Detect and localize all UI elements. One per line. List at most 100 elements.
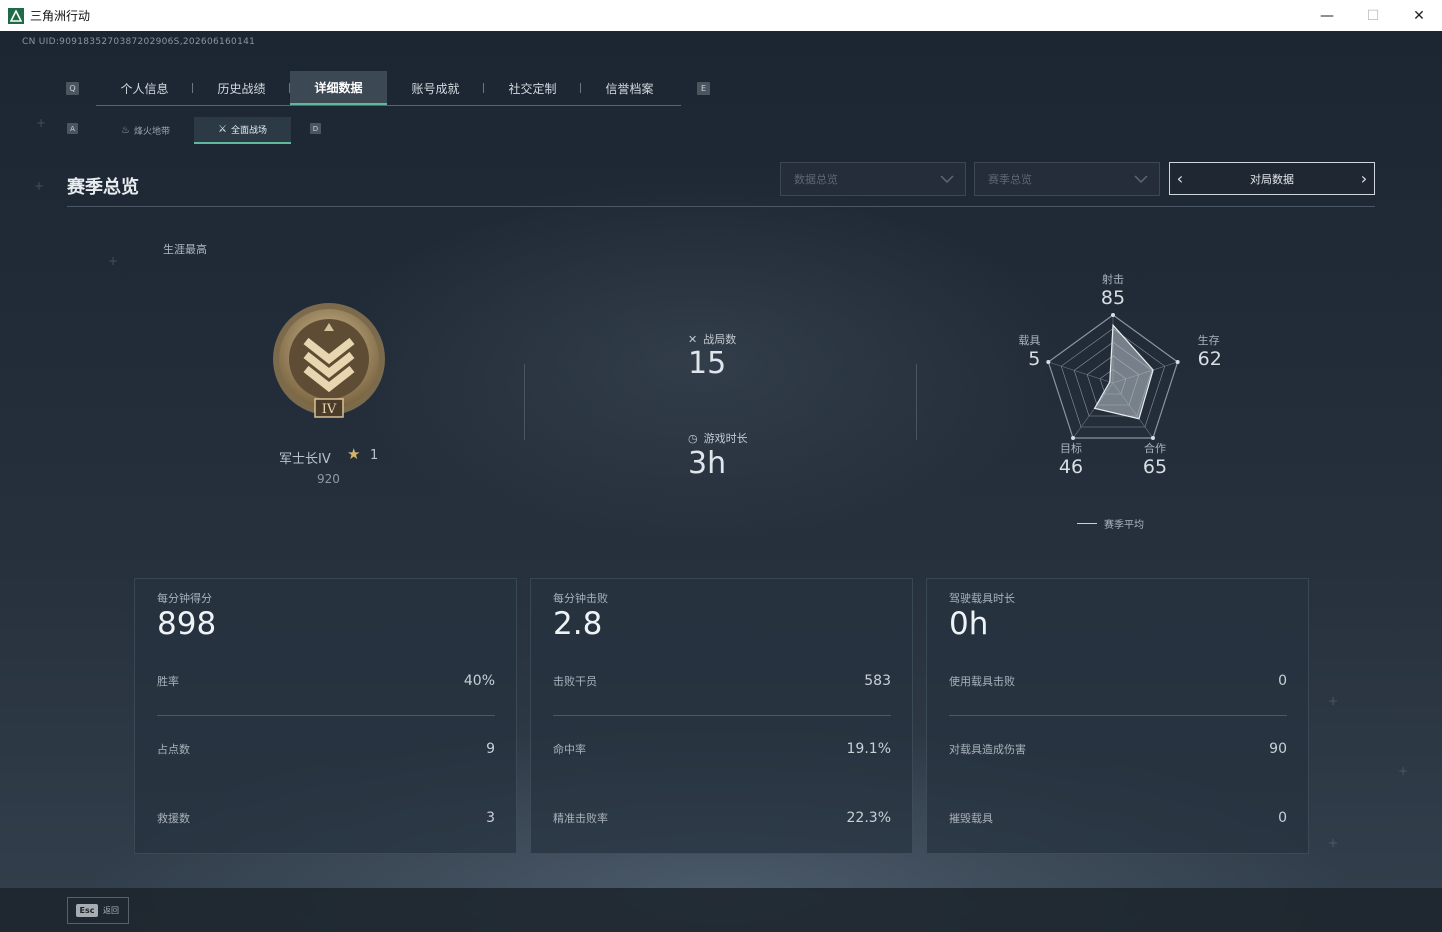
decor-cross-icon: +	[1328, 836, 1339, 850]
stat-row: 精准击败率 22.3%	[553, 808, 891, 828]
subtab-label: 全面战场	[230, 126, 267, 136]
chevron-right-icon[interactable]: ›	[1354, 163, 1374, 194]
legend-line	[1077, 523, 1097, 524]
app-logo-icon	[8, 7, 24, 24]
window-title: 三角洲行动	[30, 9, 91, 23]
tab-social[interactable]: 社交定制	[484, 71, 581, 105]
stat-card-kills: 每分钟击败 2.8 击败干员 583 命中率 19.1% 精准击败率 22.3%	[530, 578, 913, 854]
key-hint-e[interactable]: E	[697, 82, 710, 95]
row-divider	[553, 715, 891, 716]
tab-label: 信誉档案	[605, 81, 654, 96]
section-divider	[67, 206, 1375, 207]
legend-label: 赛季平均	[1104, 520, 1144, 531]
divider	[524, 364, 525, 440]
chevron-left-icon[interactable]: ‹	[1170, 163, 1190, 194]
stat-value: 3	[486, 810, 495, 826]
matches-label-group: ✕ 战局数	[688, 331, 736, 347]
radar-axis-label: 载具	[1018, 334, 1040, 347]
playtime-label: 游戏时长	[703, 432, 748, 445]
bottom-bar: Esc 返回	[0, 888, 1442, 932]
key-hint-a[interactable]: A	[67, 123, 78, 134]
subtab-full-battlefield[interactable]: ⚔ 全面战场	[194, 117, 291, 144]
star-icon: ★	[347, 445, 361, 463]
data-overview-dropdown[interactable]: 数据总览	[780, 162, 966, 196]
dropdown-label: 赛季总览	[988, 173, 1032, 186]
stat-value: 583	[864, 673, 891, 689]
radar-vertex-dot	[1111, 313, 1115, 317]
radar-axis-label: 生存	[1198, 333, 1220, 347]
maximize-button[interactable]: ☐	[1350, 0, 1396, 31]
radar-axis-label: 合作	[1144, 441, 1166, 455]
chevron-down-icon	[1134, 175, 1148, 184]
radar-axis-label: 射击	[1102, 272, 1124, 286]
stat-row: 摧毁载具 0	[949, 808, 1287, 828]
decor-cross-icon: +	[1398, 764, 1409, 778]
stat-value: 9	[486, 741, 495, 757]
radar-axis-value: 85	[1101, 287, 1125, 309]
stat-row: 使用载具击败 0	[949, 671, 1287, 691]
card-header-value: 2.8	[553, 606, 603, 642]
subtab-hazard-zone[interactable]: ♨ 烽火地带	[97, 117, 194, 144]
key-hint-d[interactable]: D	[310, 123, 321, 134]
stat-label: 命中率	[553, 743, 586, 756]
tab-achievements[interactable]: 账号成就	[387, 71, 484, 105]
stat-row: 对载具造成伤害 90	[949, 739, 1287, 759]
season-overview-dropdown[interactable]: 赛季总览	[974, 162, 1160, 196]
key-hint-q[interactable]: Q	[66, 82, 79, 95]
window-titlebar: 三角洲行动 — ☐ ✕	[0, 0, 1442, 32]
close-button[interactable]: ✕	[1396, 0, 1442, 31]
stat-value: 22.3%	[846, 810, 891, 826]
user-uid: CN UID:9091835270387202906S,202606160141	[22, 37, 256, 47]
rank-star-count: 1	[370, 448, 379, 463]
radar-vertex-dot	[1046, 359, 1051, 364]
tab-history[interactable]: 历史战绩	[193, 71, 290, 105]
stat-value: 90	[1269, 741, 1287, 757]
tab-detailed-data[interactable]: 详细数据	[290, 71, 387, 105]
stat-label: 占点数	[157, 743, 190, 756]
stat-label: 使用载具击败	[949, 675, 1015, 688]
stat-value: 0	[1278, 810, 1287, 826]
flame-icon: ♨	[121, 125, 130, 136]
game-screen: CN UID:9091835270387202906S,202606160141…	[0, 31, 1442, 932]
divider	[916, 364, 917, 440]
tab-label: 详细数据	[314, 80, 363, 95]
stat-row: 占点数 9	[157, 739, 495, 759]
minimize-button[interactable]: —	[1304, 0, 1350, 31]
ability-radar-chart: 射击85 生存62 合作65 目标46 载具5	[1018, 272, 1222, 478]
page-title: 赛季总览	[67, 177, 139, 198]
radar-vertex-dot	[1175, 359, 1180, 364]
main-tab-bar: 个人信息 历史战绩 详细数据 账号成就 社交定制 信誉档案	[96, 71, 681, 106]
tab-label: 社交定制	[508, 81, 557, 96]
row-divider	[157, 715, 495, 716]
sub-tab-bar: ♨ 烽火地带 ⚔ 全面战场	[97, 117, 291, 144]
matches-label: 战局数	[703, 333, 737, 346]
career-best-label: 生涯最高	[163, 243, 207, 256]
esc-key-icon: Esc	[76, 904, 98, 917]
decor-cross-icon: +	[1328, 694, 1339, 708]
stat-label: 精准击败率	[553, 812, 608, 825]
tab-personal-info[interactable]: 个人信息	[96, 71, 193, 105]
decor-cross-icon: +	[34, 179, 45, 193]
rank-badge-icon: IV	[273, 303, 385, 418]
stat-row: 救援数 3	[157, 808, 495, 828]
radar-data-area	[1093, 323, 1154, 420]
stat-row: 命中率 19.1%	[553, 739, 891, 759]
tab-reputation[interactable]: 信誉档案	[581, 71, 678, 105]
radar-axis-value: 5	[1028, 348, 1040, 370]
back-button[interactable]: Esc 返回	[67, 897, 129, 924]
card-header-value: 0h	[949, 606, 989, 642]
stat-value: 19.1%	[846, 741, 891, 757]
stat-label: 摧毁载具	[949, 812, 993, 825]
dropdown-label: 数据总览	[794, 173, 838, 186]
stat-value: 0	[1278, 673, 1287, 689]
radar-axis-value: 65	[1143, 456, 1167, 478]
rank-numeral: IV	[322, 402, 337, 417]
match-data-label: 对局数据	[1250, 172, 1294, 186]
back-label: 返回	[103, 906, 119, 915]
decor-cross-icon: +	[36, 116, 47, 130]
radar-axis-value: 46	[1059, 456, 1083, 478]
radar-axis-label: 目标	[1060, 441, 1082, 455]
row-divider	[949, 715, 1287, 716]
match-data-selector: ‹ 对局数据 ›	[1169, 162, 1375, 195]
playtime-label-group: ◷ 游戏时长	[688, 430, 748, 446]
